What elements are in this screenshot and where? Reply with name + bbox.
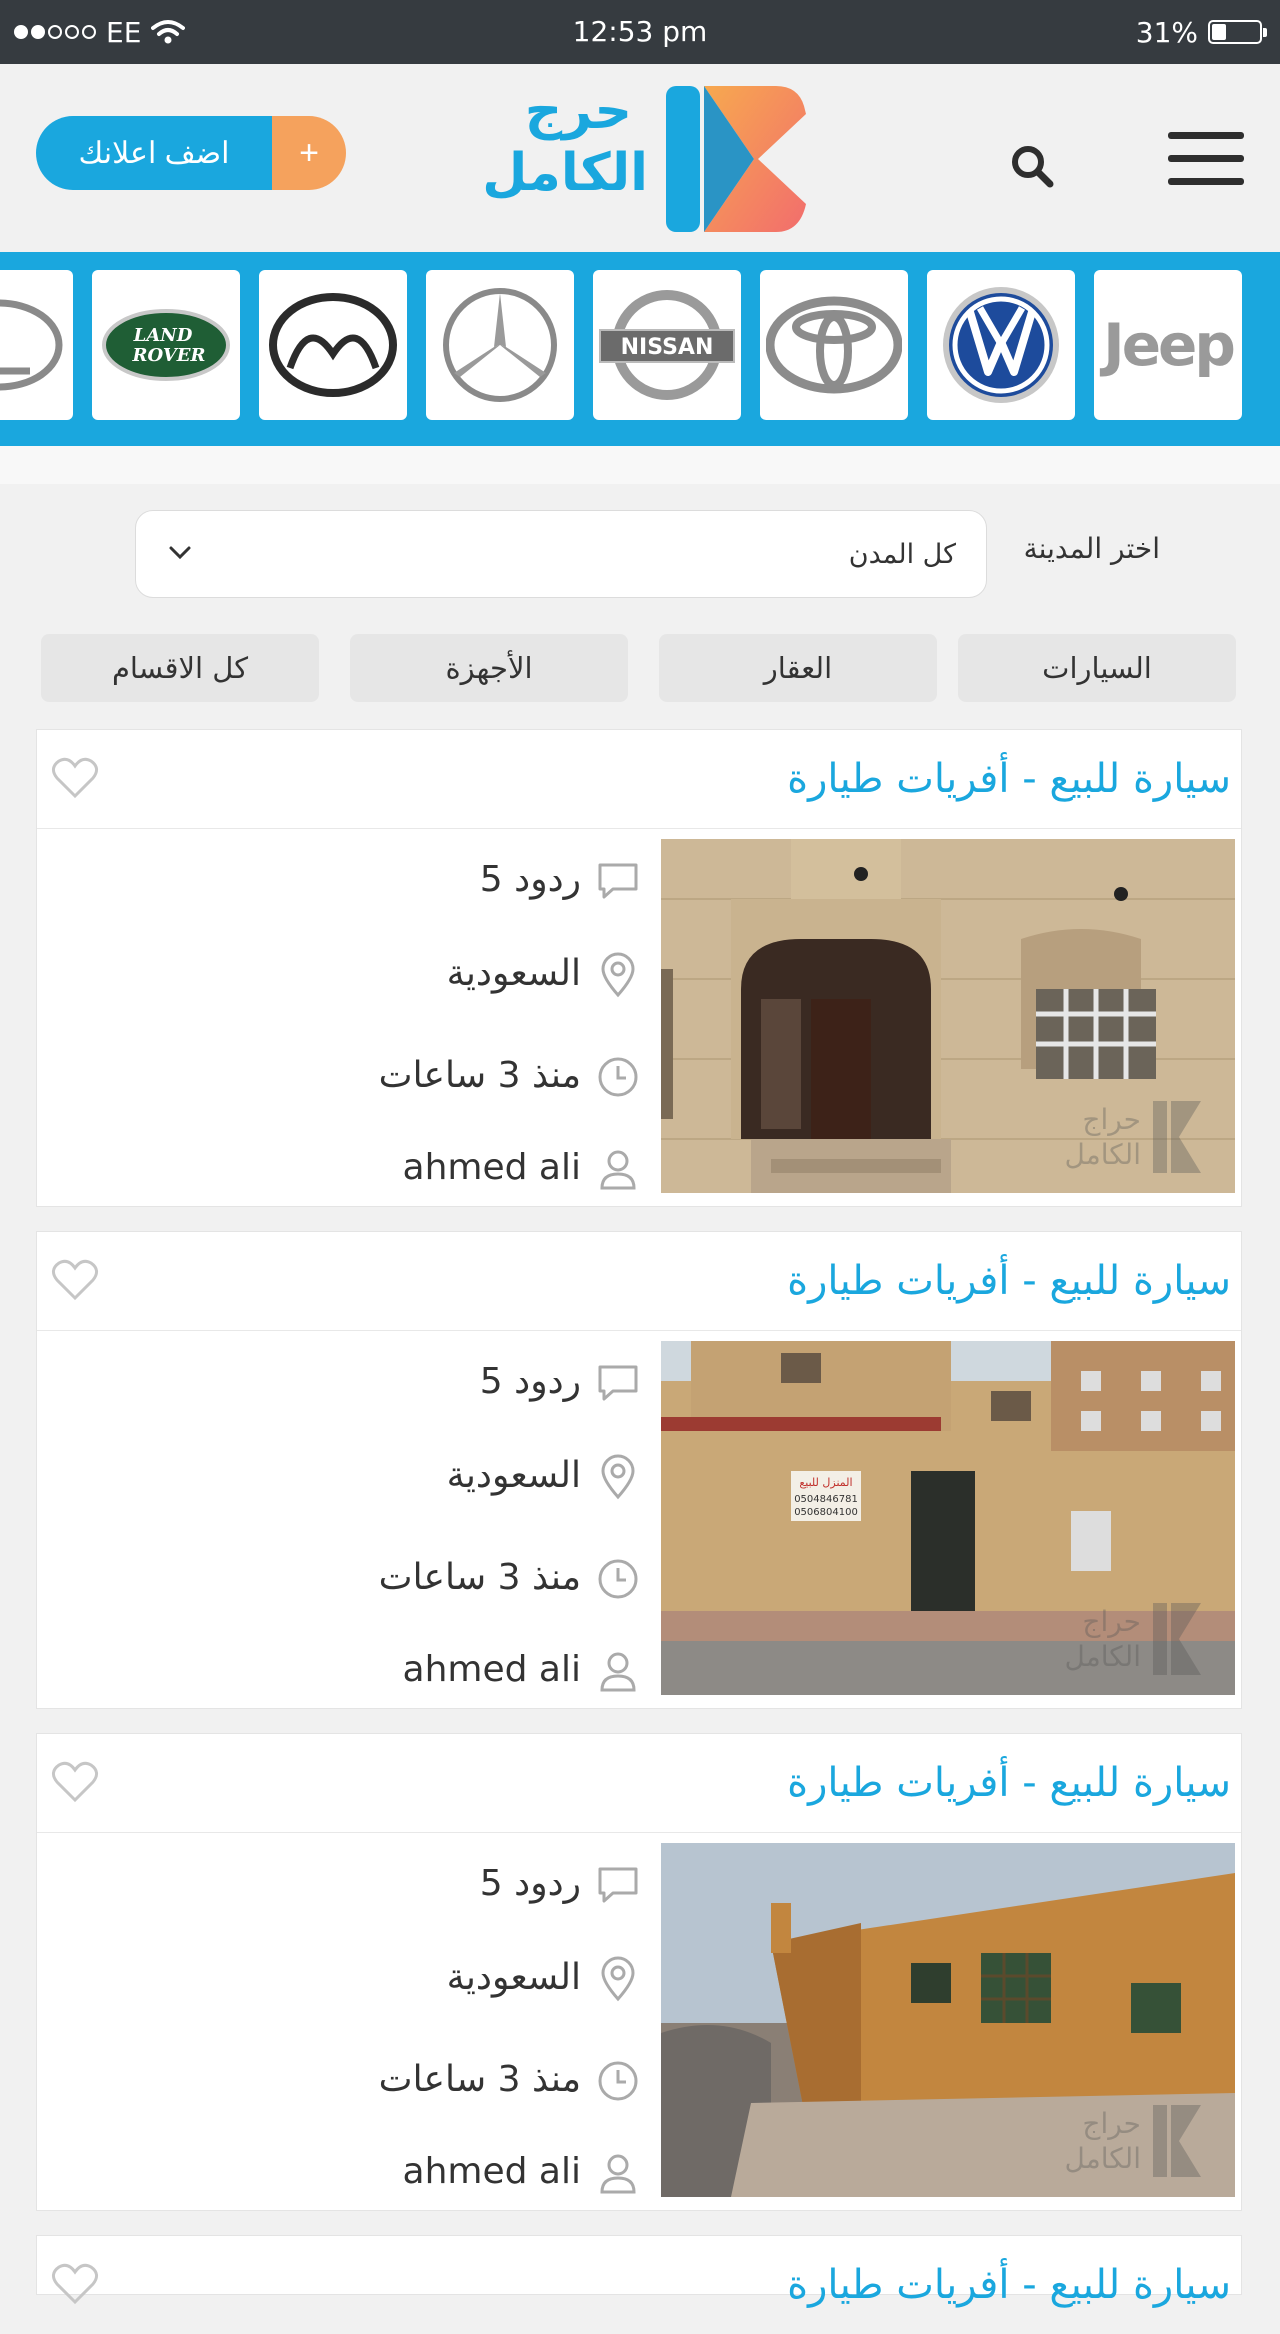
category-cars[interactable]: السيارات <box>958 634 1236 702</box>
comment-icon <box>598 1867 638 1903</box>
user-row: ahmed ali <box>41 1640 641 1700</box>
listing-card[interactable]: سيارة للبيع - أفريات طيارة 5 ردود السعود… <box>36 1231 1242 1709</box>
brand-volkswagen[interactable] <box>927 270 1075 420</box>
replies-row: 5 ردود <box>41 850 641 910</box>
card-divider <box>37 1832 1241 1833</box>
brand-mazda[interactable] <box>259 270 407 420</box>
card-divider <box>37 1330 1241 1331</box>
location-row: السعودية <box>41 1446 641 1506</box>
card-divider <box>37 828 1241 829</box>
plus-icon: + <box>272 116 346 190</box>
listing-title[interactable]: سيارة للبيع - أفريات طيارة <box>787 1232 1231 1330</box>
category-devices[interactable]: الأجهزة <box>350 634 628 702</box>
clock-icon <box>598 1057 638 1097</box>
clock-icon <box>598 1559 638 1599</box>
location-pin-icon <box>601 952 635 998</box>
brand-mercedes[interactable] <box>426 270 574 420</box>
search-icon[interactable] <box>1008 142 1056 190</box>
replies-row: 5 ردود <box>41 1854 641 1914</box>
location-pin-icon <box>601 1956 635 2002</box>
heart-icon[interactable] <box>51 2262 99 2306</box>
svg-text:ROVER: ROVER <box>132 345 206 366</box>
site-logo[interactable]: حرج الكامل <box>470 80 810 236</box>
svg-text:حراج: حراج <box>1082 1103 1141 1137</box>
replies-row: 5 ردود <box>41 1352 641 1412</box>
battery-percent: 31% <box>1135 15 1198 49</box>
clock: 12:53 pm <box>572 15 708 48</box>
listing-title[interactable]: سيارة للبيع - أفريات طيارة <box>787 1734 1231 1832</box>
user-icon <box>600 1652 636 1692</box>
listing-photo[interactable]: المنزل للبيع 0504846781 0506804100 حراج … <box>661 1341 1235 1695</box>
mercedes-logo-icon <box>443 288 557 402</box>
svg-text:حراج: حراج <box>1082 2107 1141 2141</box>
add-ad-button[interactable]: اضف اعلانك + <box>36 116 346 190</box>
user-icon <box>600 2154 636 2194</box>
hamburger-menu-icon[interactable] <box>1168 132 1244 186</box>
listing-card[interactable]: سيارة للبيع - أفريات طيارة 5 ردود السعود… <box>36 729 1242 1207</box>
city-label: اختر المدينة <box>1023 532 1160 565</box>
svg-text:المنزل للبيع: المنزل للبيع <box>799 1476 852 1489</box>
location-pin-icon <box>601 1454 635 1500</box>
svg-text:0504846781: 0504846781 <box>794 1494 858 1505</box>
svg-text:الكامل: الكامل <box>1064 1138 1141 1171</box>
brand-toyota[interactable] <box>760 270 908 420</box>
svg-text:الكامل: الكامل <box>1064 2142 1141 2175</box>
category-all[interactable]: كل الاقسام <box>41 634 319 702</box>
brand-nissan[interactable]: NISSAN <box>593 270 741 420</box>
brands-carousel[interactable]: Jeep NISSAN LAND ROVER <box>0 252 1280 446</box>
mazda-logo-icon <box>269 293 397 397</box>
comment-icon <box>598 863 638 899</box>
heart-icon[interactable] <box>51 1258 99 1302</box>
listing-card[interactable]: سيارة للبيع - أفريات طيارة 5 ردود السعود… <box>36 1733 1242 2211</box>
svg-text:حراج: حراج <box>1082 1605 1141 1639</box>
nissan-logo-icon: NISSAN <box>599 290 735 400</box>
time-row: منذ 3 ساعات <box>41 1046 641 1106</box>
city-select-value: كل المدن <box>848 539 956 570</box>
vw-logo-icon <box>943 287 1059 403</box>
brand-land-rover[interactable]: LAND ROVER <box>92 270 240 420</box>
chevron-down-icon <box>169 546 191 560</box>
comment-icon <box>598 1365 638 1401</box>
heart-icon[interactable] <box>51 1760 99 1804</box>
location-row: السعودية <box>41 1948 641 2008</box>
k-logo-icon <box>666 86 806 232</box>
svg-text:NISSAN: NISSAN <box>621 335 714 360</box>
heart-icon[interactable] <box>51 756 99 800</box>
user-row: ahmed ali <box>41 2142 641 2202</box>
add-ad-label: اضف اعلانك <box>36 116 272 190</box>
battery-icon <box>1208 20 1267 44</box>
listing-title[interactable]: سيارة للبيع - أفريات طيارة <box>787 2236 1231 2334</box>
listing-title[interactable]: سيارة للبيع - أفريات طيارة <box>787 730 1231 828</box>
time-row: منذ 3 ساعات <box>41 2050 641 2110</box>
city-select[interactable]: كل المدن <box>135 510 987 598</box>
listing-photo[interactable]: حراج الكامل <box>661 1843 1235 2197</box>
status-bar: EE 12:53 pm 31% <box>0 0 1280 64</box>
brand-lexus[interactable] <box>0 270 73 420</box>
listing-photo[interactable]: حراج الكامل <box>661 839 1235 1193</box>
time-row: منذ 3 ساعات <box>41 1548 641 1608</box>
location-row: السعودية <box>41 944 641 1004</box>
svg-text:LAND: LAND <box>133 325 193 346</box>
category-real-estate[interactable]: العقار <box>659 634 937 702</box>
category-tabs: السيارات العقار الأجهزة كل الاقسام <box>0 634 1280 702</box>
svg-text:0506804100: 0506804100 <box>794 1507 858 1518</box>
lexus-logo-icon <box>0 299 63 391</box>
listing-card[interactable]: سيارة للبيع - أفريات طيارة <box>36 2235 1242 2308</box>
jeep-logo-icon: Jeep <box>1103 311 1236 379</box>
brand-jeep[interactable]: Jeep <box>1094 270 1242 420</box>
clock-icon <box>598 2061 638 2101</box>
land-rover-logo-icon: LAND ROVER <box>102 309 230 381</box>
user-icon <box>600 1150 636 1190</box>
logo-text: حرج الكامل <box>482 81 648 203</box>
divider-strip <box>0 446 1280 484</box>
toyota-logo-icon <box>766 296 902 394</box>
user-row: ahmed ali <box>41 1138 641 1198</box>
svg-text:الكامل: الكامل <box>1064 1640 1141 1673</box>
